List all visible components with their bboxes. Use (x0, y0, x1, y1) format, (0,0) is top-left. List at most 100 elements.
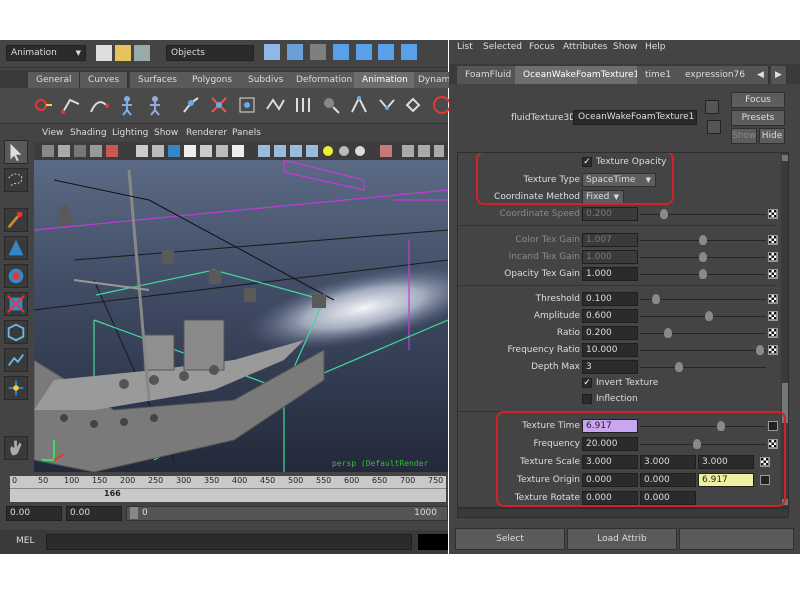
manipulator-tool[interactable] (4, 320, 28, 344)
viewport-toolbar-icons[interactable] (40, 144, 444, 158)
tab-time1[interactable]: time1 (637, 66, 681, 84)
rotate-tool[interactable] (4, 264, 28, 288)
shelf-tab-animation[interactable]: Animation (354, 72, 417, 88)
selection-mode-dropdown[interactable]: Objects (166, 45, 254, 61)
menu-set-dropdown[interactable]: Animation ▼ (6, 45, 86, 61)
menu-attributes[interactable]: Attributes (563, 42, 607, 52)
amplitude-slider[interactable] (640, 311, 766, 321)
tab-oceanwakefoamtexture1[interactable]: OceanWakeFoamTexture1 (515, 66, 649, 84)
focus-button[interactable]: Focus (731, 92, 785, 108)
range-start-field[interactable]: 0.00 (6, 506, 62, 521)
move-tool[interactable] (4, 236, 28, 260)
current-frame-marker[interactable]: 166 (104, 489, 121, 498)
perspective-viewport[interactable]: persp (DefaultRender (34, 160, 448, 472)
cluster-icon[interactable] (264, 94, 286, 116)
invert-texture-checkbox[interactable]: ✓ (582, 378, 592, 388)
shelf-tab-subdivs[interactable]: Subdivs (240, 72, 293, 88)
ghost-icon[interactable] (428, 94, 450, 116)
menu-help[interactable]: Help (645, 42, 666, 52)
slider-thumb[interactable] (699, 235, 707, 245)
incand-tex-gain-slider[interactable] (640, 252, 766, 262)
menu-shading[interactable]: Shading (70, 128, 107, 138)
bind-skin-icon[interactable] (208, 94, 230, 116)
ik-handle-icon[interactable] (60, 94, 82, 116)
slider-thumb[interactable] (652, 294, 660, 304)
open-scene-icon[interactable] (114, 45, 131, 61)
command-input[interactable] (46, 534, 412, 550)
color-tex-gain-slider[interactable] (640, 235, 766, 245)
slider-thumb[interactable] (675, 362, 683, 372)
snap-curve-icon[interactable] (355, 44, 372, 60)
map-button-icon[interactable] (768, 252, 778, 262)
hide-button[interactable]: Hide (759, 128, 785, 144)
threshold-slider[interactable] (640, 294, 766, 304)
tab-overflow[interactable]: ◀ (753, 66, 769, 84)
shelf-tab-curves[interactable]: Curves (80, 72, 129, 88)
show-button[interactable]: Show (731, 128, 757, 144)
shelf-tab-general[interactable]: General (28, 72, 81, 88)
shelf-tab-polygons[interactable]: Polygons (184, 72, 242, 88)
copy-tab-button[interactable] (679, 528, 794, 550)
soft-mod-tool[interactable] (4, 348, 28, 372)
opacity-tex-gain-field[interactable]: 1.000 (582, 267, 638, 281)
inflection-checkbox[interactable] (582, 394, 592, 404)
menu-selected[interactable]: Selected (483, 42, 522, 52)
motion-path-icon[interactable] (404, 94, 426, 116)
snap-point-icon[interactable] (378, 44, 395, 60)
input-connections-icon[interactable] (705, 100, 719, 114)
threshold-field[interactable]: 0.100 (582, 292, 638, 306)
menu-show[interactable]: Show (154, 128, 178, 138)
playback-start-field[interactable]: 0.00 (66, 506, 122, 521)
amplitude-field[interactable]: 0.600 (582, 309, 638, 323)
set-key-icon[interactable] (32, 94, 54, 116)
menu-show[interactable]: Show (613, 42, 637, 52)
menu-list[interactable]: List (457, 42, 473, 52)
range-slider-handle[interactable] (130, 507, 138, 519)
paint-tool[interactable] (4, 208, 28, 232)
frequency-ratio-slider[interactable] (640, 345, 766, 355)
frequency-ratio-field[interactable]: 10.000 (582, 343, 638, 357)
slider-thumb[interactable] (699, 269, 707, 279)
tab-expression76[interactable]: expression76 (677, 66, 754, 84)
character-icon[interactable] (116, 94, 138, 116)
opacity-tex-gain-slider[interactable] (640, 269, 766, 279)
command-language-label[interactable]: MEL (16, 536, 34, 546)
lattice-icon[interactable] (236, 94, 258, 116)
menu-view[interactable]: View (42, 128, 63, 138)
color-tex-gain-field[interactable]: 1.007 (582, 233, 638, 247)
scale-tool[interactable] (4, 292, 28, 316)
show-manip-tool[interactable] (4, 376, 28, 400)
menu-lighting[interactable]: Lighting (112, 128, 148, 138)
shelf-tab-surfaces[interactable]: Surfaces (130, 72, 186, 88)
presets-button[interactable]: Presets (731, 110, 785, 126)
snap-view-icon[interactable] (401, 44, 418, 60)
coordinate-speed-slider[interactable] (640, 209, 766, 219)
menu-focus[interactable]: Focus (529, 42, 555, 52)
time-ruler[interactable]: 0 50 100 150 200 250 300 350 400 450 500… (10, 476, 446, 502)
save-scene-icon[interactable] (133, 45, 150, 61)
select-component-icon[interactable] (309, 44, 326, 60)
map-button-icon[interactable] (768, 345, 778, 355)
select-button[interactable]: Select (455, 528, 565, 550)
ratio-slider[interactable] (640, 328, 766, 338)
select-object-icon[interactable] (286, 44, 303, 60)
constraint-icon[interactable] (376, 94, 398, 116)
horizontal-scrollbar[interactable] (457, 508, 789, 518)
incand-tex-gain-field[interactable]: 1.000 (582, 250, 638, 264)
map-button-icon[interactable] (768, 294, 778, 304)
tab-overflow-next[interactable]: ▶ (771, 66, 787, 84)
blend-shape-icon[interactable] (348, 94, 370, 116)
coordinate-speed-field[interactable]: 0.200 (582, 207, 638, 221)
joint-tool-icon[interactable] (180, 94, 202, 116)
slider-thumb[interactable] (756, 345, 764, 355)
menu-panels[interactable]: Panels (232, 128, 261, 138)
slider-thumb[interactable] (664, 328, 672, 338)
scroll-up-icon[interactable] (782, 155, 788, 161)
select-tool[interactable] (4, 140, 28, 164)
depth-max-slider[interactable] (640, 362, 766, 372)
lasso-tool[interactable] (4, 168, 28, 192)
output-connections-icon[interactable] (707, 120, 721, 134)
map-button-icon[interactable] (768, 311, 778, 321)
ik-spline-icon[interactable] (88, 94, 110, 116)
snap-grid-icon[interactable] (332, 44, 349, 60)
